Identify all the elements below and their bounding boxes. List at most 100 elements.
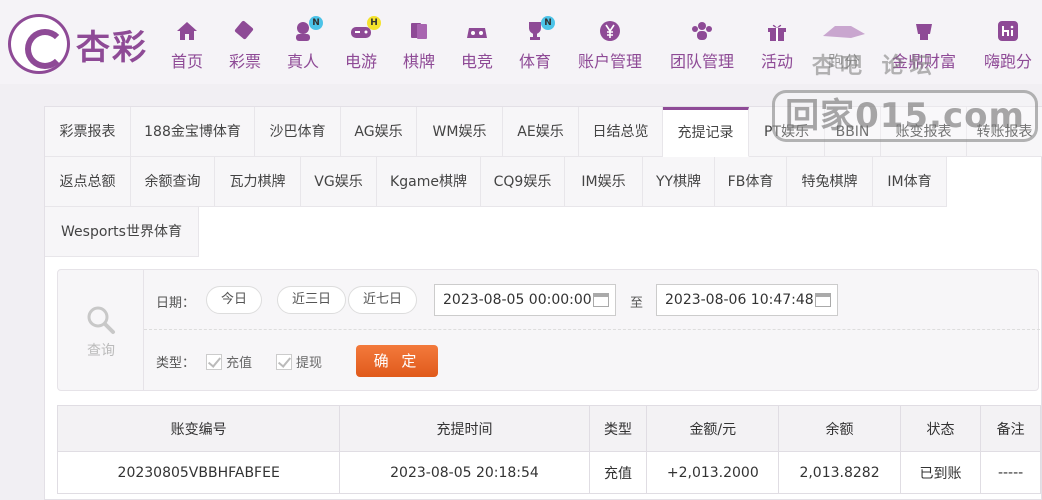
running-icon (821, 20, 867, 44)
brand-logo[interactable]: 杏彩 (8, 14, 168, 74)
start-date-value: 2023-08-05 00:00:00 (443, 292, 592, 308)
status-cell: 已到账 (899, 451, 982, 494)
range-3days-button[interactable]: 近三日 (277, 286, 347, 314)
content-panel: 彩票报表 188金宝博体育 沙巴体育 AG娱乐 WM娱乐 AE娱乐 日结总览 充… (44, 106, 1042, 500)
tab-deposit-withdraw[interactable]: 充提记录 (663, 107, 749, 157)
col-transaction-id: 账变编号 (56, 405, 341, 452)
nav-team[interactable]: 团队管理 (668, 20, 736, 72)
deposit-checkbox[interactable]: 充值 (206, 352, 252, 371)
type-row: 类型： 充值 提现 确 定 (144, 330, 1040, 390)
search-sidebar[interactable]: 查询 (58, 270, 144, 390)
deposit-option-label: 充值 (226, 356, 253, 371)
nav-label: 电游 (344, 52, 377, 71)
tab-pt[interactable]: PT娱乐 (749, 107, 825, 157)
wealth-icon (910, 20, 938, 44)
cards-icon (405, 20, 433, 44)
tab-yy-cards[interactable]: YY棋牌 (643, 157, 715, 207)
tab-tetu-cards[interactable]: 特兔棋牌 (787, 157, 873, 207)
nav-home[interactable]: 首页 (168, 20, 206, 72)
tab-lottery-report[interactable]: 彩票报表 (45, 107, 131, 157)
nav-label: 嗨跑分 (983, 52, 1032, 71)
end-date-input[interactable]: 2023-08-06 10:47:48 (656, 284, 838, 316)
col-amount: 金额/元 (646, 405, 780, 452)
tab-wali-cards[interactable]: 瓦力棋牌 (215, 157, 301, 207)
balance-cell: 2,013.8282 (778, 451, 901, 494)
tab-balance-query[interactable]: 余额查询 (131, 157, 215, 207)
logo-mark-icon (8, 14, 70, 74)
to-label: 至 (630, 296, 644, 311)
checkbox-icon (206, 354, 222, 370)
table-header-row: 账变编号 充提时间 类型 金额/元 余额 状态 备注 (56, 405, 1041, 452)
start-date-input[interactable]: 2023-08-05 00:00:00 (434, 284, 616, 316)
col-type: 类型 (588, 405, 648, 452)
calendar-icon[interactable] (593, 293, 609, 307)
nav-sports[interactable]: N 体育 (516, 16, 555, 72)
withdraw-option-label: 提现 (296, 356, 323, 371)
nav-lottery[interactable]: 彩票 (226, 20, 264, 72)
gift-icon (763, 20, 791, 44)
nav-esports[interactable]: 电竞 (458, 20, 496, 72)
tab-im-sports[interactable]: IM体育 (873, 157, 947, 207)
hi-icon (994, 20, 1022, 44)
live-dealer-icon: N (289, 16, 323, 44)
tab-188-sports[interactable]: 188金宝博体育 (131, 107, 255, 157)
tab-saba-sports[interactable]: 沙巴体育 (255, 107, 341, 157)
nav-slots[interactable]: H 电游 (342, 16, 381, 72)
date-label: 日期： (156, 296, 196, 311)
tab-wm[interactable]: WM娱乐 (417, 107, 503, 157)
esports-controller-icon (463, 20, 491, 44)
hot-badge: H (367, 16, 381, 30)
search-icon (87, 306, 115, 334)
type-label: 类型： (156, 356, 196, 371)
nav-wealth[interactable]: 金鼎财富 (890, 20, 958, 72)
date-row: 日期： 今日 近三日 近七日 2023-08-05 00:00:00 至 202… (144, 270, 1040, 330)
nav-label: 彩票 (228, 52, 261, 71)
col-remark: 备注 (980, 405, 1041, 452)
gamepad-icon: H (347, 16, 381, 44)
nav-live[interactable]: N 真人 (284, 16, 323, 72)
withdraw-checkbox[interactable]: 提现 (276, 352, 322, 371)
tab-rebate-total[interactable]: 返点总额 (45, 157, 131, 207)
time-cell: 2023-08-05 20:18:54 (339, 451, 590, 494)
nav-label: 真人 (286, 52, 319, 71)
lottery-ticket-icon (231, 20, 259, 44)
col-status: 状态 (899, 405, 982, 452)
nav-label: 首页 (170, 52, 203, 71)
nav-label: 体育 (518, 52, 551, 71)
nav-cards[interactable]: 棋牌 (400, 20, 438, 72)
tab-kgame-cards[interactable]: Kgame棋牌 (377, 157, 481, 207)
nav-run-score[interactable]: 跑分 (818, 20, 870, 72)
nav-label: 棋牌 (402, 52, 435, 71)
tab-wesports[interactable]: Wesports世界体育 (45, 207, 199, 257)
col-time: 充提时间 (339, 405, 590, 452)
home-icon (173, 20, 201, 44)
transaction-id-cell: 20230805VBBHFABFEE (56, 451, 341, 494)
range-7days-button[interactable]: 近七日 (348, 286, 418, 314)
team-icon (688, 20, 716, 44)
range-today-button[interactable]: 今日 (206, 286, 263, 314)
type-cell: 充值 (588, 451, 648, 494)
checkbox-icon (276, 354, 292, 370)
tab-vg[interactable]: VG娱乐 (301, 157, 377, 207)
tab-ag[interactable]: AG娱乐 (341, 107, 417, 157)
tab-cq9[interactable]: CQ9娱乐 (481, 157, 565, 207)
tab-fb-sports[interactable]: FB体育 (715, 157, 787, 207)
table-row: 20230805VBBHFABFEE 2023-08-05 20:18:54 充… (56, 451, 1041, 494)
tab-transfer-report[interactable]: 转账报表 (967, 107, 1042, 157)
nav-label: 电竞 (460, 52, 493, 71)
nav-activity[interactable]: 活动 (758, 20, 796, 72)
tab-ae[interactable]: AE娱乐 (503, 107, 579, 157)
search-label: 查询 (87, 343, 115, 359)
nav-label: 跑分 (827, 52, 860, 71)
end-date-value: 2023-08-06 10:47:48 (665, 292, 814, 308)
tab-bbin[interactable]: BBIN (825, 107, 881, 157)
tab-daily-summary[interactable]: 日结总览 (579, 107, 663, 157)
nav-account[interactable]: 账户管理 (576, 20, 644, 72)
nav-hi-run[interactable]: 嗨跑分 (980, 20, 1036, 72)
calendar-icon[interactable] (815, 293, 831, 307)
nav-label: 团队管理 (669, 52, 734, 71)
tab-im-ent[interactable]: IM娱乐 (565, 157, 643, 207)
tab-account-change[interactable]: 账变报表 (881, 107, 967, 157)
confirm-button[interactable]: 确 定 (356, 345, 438, 377)
search-panel: 查询 日期： 今日 近三日 近七日 2023-08-05 00:00:00 至 … (57, 269, 1040, 391)
